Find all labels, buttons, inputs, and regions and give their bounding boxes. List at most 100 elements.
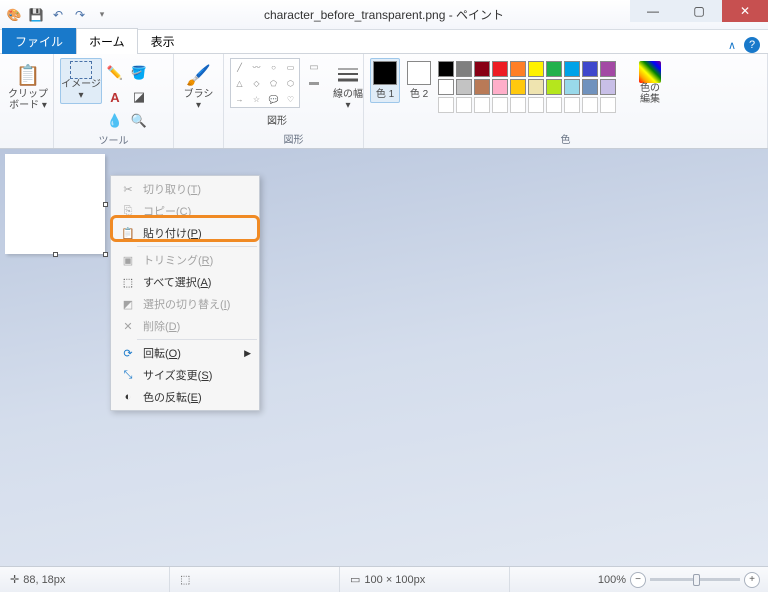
- zoom-level: 100%: [598, 574, 626, 586]
- delete-icon: ✕: [119, 320, 137, 333]
- palette-color[interactable]: [546, 61, 562, 77]
- color-palette: [438, 61, 616, 113]
- palette-color[interactable]: [492, 79, 508, 95]
- palette-color[interactable]: [564, 79, 580, 95]
- selection-size-icon: ⬚: [180, 573, 190, 586]
- crosshair-icon: ✛: [10, 573, 19, 586]
- close-button[interactable]: ✕: [722, 0, 768, 22]
- palette-color[interactable]: [474, 79, 490, 95]
- collapse-ribbon-icon[interactable]: ∧: [728, 39, 736, 52]
- clipboard-button[interactable]: 📋 クリップ ボード ▾: [6, 58, 50, 114]
- palette-custom-slot[interactable]: [528, 97, 544, 113]
- palette-custom-slot[interactable]: [582, 97, 598, 113]
- colors-group-label: 色: [364, 131, 767, 148]
- text-icon[interactable]: A: [104, 86, 126, 108]
- palette-color[interactable]: [546, 79, 562, 95]
- canvas-area[interactable]: ✂切り取り(T) ⎘コピー(C) 📋貼り付け(P) ▣トリミング(R) ⬚すべて…: [0, 149, 768, 566]
- zoom-slider[interactable]: [650, 578, 740, 581]
- trim-icon: ▣: [119, 254, 137, 267]
- menu-invert-selection: ◩選択の切り替え(I): [113, 293, 257, 315]
- menu-rotate[interactable]: ⟳回転(O)▶: [113, 342, 257, 364]
- palette-color[interactable]: [528, 79, 544, 95]
- paste-icon: 📋: [119, 227, 137, 240]
- palette-color[interactable]: [582, 61, 598, 77]
- palette-custom-slot[interactable]: [564, 97, 580, 113]
- shape-outline-icon[interactable]: ▭: [304, 60, 324, 74]
- palette-color[interactable]: [582, 79, 598, 95]
- image-select-button[interactable]: イメージ ▾: [60, 58, 102, 104]
- menu-resize[interactable]: ⤡サイズ変更(S): [113, 364, 257, 386]
- palette-color[interactable]: [528, 61, 544, 77]
- resize-handle-right[interactable]: [103, 202, 108, 207]
- dimensions-icon: ▭: [350, 573, 360, 586]
- copy-icon: ⎘: [119, 205, 137, 218]
- pencil-icon[interactable]: ✏️: [104, 62, 126, 84]
- color-picker-icon[interactable]: 💧: [104, 110, 126, 132]
- line-width-button[interactable]: 線の幅 ▾: [330, 58, 366, 114]
- save-icon[interactable]: 💾: [26, 5, 46, 25]
- palette-color[interactable]: [564, 61, 580, 77]
- edit-colors-button[interactable]: 色の 編集: [628, 58, 672, 108]
- zoom-out-button[interactable]: −: [630, 572, 646, 588]
- palette-custom-slot[interactable]: [546, 97, 562, 113]
- status-selection: ⬚: [170, 567, 340, 592]
- magnifier-icon[interactable]: 🔍: [128, 110, 150, 132]
- palette-custom-slot[interactable]: [456, 97, 472, 113]
- palette-color[interactable]: [474, 61, 490, 77]
- color1-swatch: [373, 61, 397, 85]
- tab-view[interactable]: 表示: [138, 28, 188, 54]
- palette-custom-slot[interactable]: [438, 97, 454, 113]
- undo-icon[interactable]: ↶: [48, 5, 68, 25]
- palette-color[interactable]: [456, 61, 472, 77]
- line-width-icon: [333, 61, 363, 89]
- shapes-gallery[interactable]: ╱〰○▭ △◇⬠⬡ →☆💬♡: [230, 58, 300, 108]
- color2-button[interactable]: 色 2: [404, 58, 434, 103]
- palette-color[interactable]: [510, 79, 526, 95]
- canvas[interactable]: [5, 154, 105, 254]
- palette-color[interactable]: [456, 79, 472, 95]
- fill-icon[interactable]: 🪣: [128, 62, 150, 84]
- palette-color[interactable]: [600, 79, 616, 95]
- tab-home[interactable]: ホーム: [76, 28, 138, 54]
- palette-custom-slot[interactable]: [492, 97, 508, 113]
- eraser-icon[interactable]: ◪: [128, 86, 150, 108]
- menu-cut: ✂切り取り(T): [113, 178, 257, 200]
- menu-invert-color[interactable]: ◐色の反転(E): [113, 386, 257, 408]
- status-zoom: 100% − +: [598, 572, 768, 588]
- menu-paste[interactable]: 📋貼り付け(P): [113, 222, 257, 244]
- shape-fill-icon[interactable]: ▬: [304, 75, 324, 89]
- palette-color[interactable]: [438, 61, 454, 77]
- palette-custom-slot[interactable]: [600, 97, 616, 113]
- shapes-group-label: 図形: [224, 131, 363, 148]
- brushes-button[interactable]: 🖌️ ブラシ ▾: [180, 58, 217, 114]
- menu-delete: ✕削除(D): [113, 315, 257, 337]
- menu-select-all[interactable]: ⬚すべて選択(A): [113, 271, 257, 293]
- rotate-icon: ⟳: [119, 347, 137, 360]
- context-menu: ✂切り取り(T) ⎘コピー(C) 📋貼り付け(P) ▣トリミング(R) ⬚すべて…: [110, 175, 260, 411]
- palette-custom-slot[interactable]: [474, 97, 490, 113]
- tab-file[interactable]: ファイル: [2, 28, 76, 54]
- help-icon[interactable]: ?: [744, 37, 760, 53]
- palette-custom-slot[interactable]: [510, 97, 526, 113]
- redo-icon[interactable]: ↷: [70, 5, 90, 25]
- zoom-in-button[interactable]: +: [744, 572, 760, 588]
- minimize-button[interactable]: —: [630, 0, 676, 22]
- menu-copy: ⎘コピー(C): [113, 200, 257, 222]
- color1-button[interactable]: 色 1: [370, 58, 400, 103]
- resize-handle-bottom[interactable]: [53, 252, 58, 257]
- qat-dropdown-icon[interactable]: ▾: [92, 5, 112, 25]
- status-bar: ✛ 88, 18px ⬚ ▭ 100 × 100px 100% − +: [0, 566, 768, 592]
- shapes-label: 図形: [267, 112, 287, 127]
- resize-handle-corner[interactable]: [103, 252, 108, 257]
- ribbon: 📋 クリップ ボード ▾ イメージ ▾ ✏️ 🪣 A ◪ 💧 🔍 ツール: [0, 54, 768, 149]
- maximize-button[interactable]: ▢: [676, 0, 722, 22]
- ribbon-tabs: ファイル ホーム 表示 ∧ ?: [0, 30, 768, 54]
- palette-color[interactable]: [492, 61, 508, 77]
- palette-color[interactable]: [600, 61, 616, 77]
- brush-icon: 🖌️: [184, 61, 214, 89]
- palette-color[interactable]: [438, 79, 454, 95]
- color2-swatch: [407, 61, 431, 85]
- clipboard-icon: 📋: [13, 61, 43, 89]
- palette-color[interactable]: [510, 61, 526, 77]
- edit-colors-icon: [639, 61, 661, 83]
